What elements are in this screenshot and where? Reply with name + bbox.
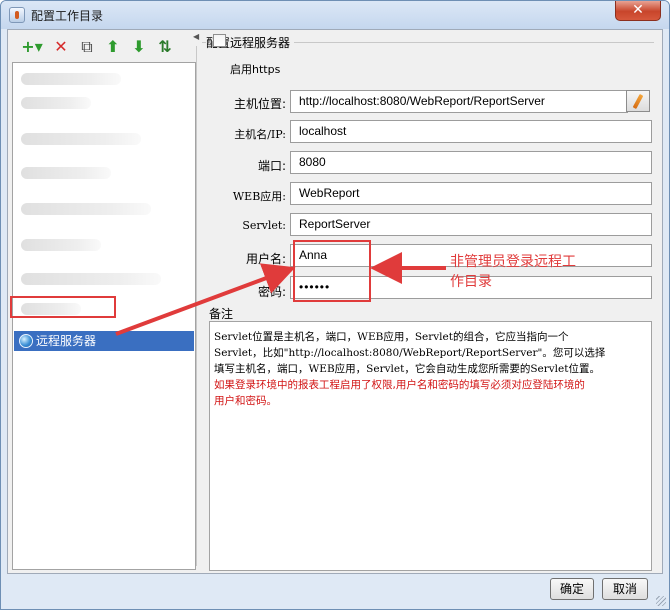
blurred-item — [21, 273, 161, 285]
blurred-item — [21, 203, 151, 215]
move-up-icon[interactable]: ⬆ — [102, 36, 124, 58]
sort-icon[interactable]: ⇅ — [154, 36, 176, 58]
window-title: 配置工作目录 — [31, 9, 104, 23]
credentials-highlight-box — [293, 240, 371, 302]
blurred-item — [21, 167, 111, 179]
blurred-item — [21, 133, 141, 145]
servlet-input[interactable]: ReportServer — [290, 213, 652, 236]
tree-item-label: 远程服务器 — [36, 334, 97, 348]
delete-icon[interactable]: ✕ — [50, 36, 72, 58]
copy-icon[interactable]: ⧉ — [76, 36, 98, 58]
remark-line: 填写主机名，端口，WEB应用，Servlet，它会自动生成您所需要的Servle… — [214, 363, 600, 375]
tree-item-highlight-box — [10, 296, 116, 318]
remark-line: Servlet，比如"http://localhost:8080/WebRepo… — [214, 347, 606, 359]
tree-item-remote-server[interactable]: 远程服务器 — [14, 331, 194, 351]
browse-button[interactable] — [626, 90, 650, 112]
remark-box: Servlet位置是主机名，端口，WEB应用，Servlet的组合，它应当指向一… — [209, 321, 652, 571]
globe-icon — [19, 334, 33, 348]
close-button[interactable]: ✕ — [615, 1, 661, 21]
remark-line: Servlet位置是主机名，端口，WEB应用，Servlet的组合，它应当指向一… — [214, 331, 569, 343]
remote-config-group — [202, 42, 654, 312]
blurred-item — [21, 97, 91, 109]
host-url-input[interactable]: http://localhost:8080/WebReport/ReportSe… — [290, 90, 628, 113]
remark-label: 备注 — [209, 305, 234, 322]
servlet-label: Servlet: — [242, 219, 286, 232]
blurred-item — [21, 239, 101, 251]
move-down-icon[interactable]: ⬇ — [128, 36, 150, 58]
title-bar[interactable]: 配置工作目录 ✕ — [1, 1, 669, 29]
webapp-input[interactable]: WebReport — [290, 182, 652, 205]
collapse-left-icon[interactable]: ◀ — [193, 32, 199, 41]
port-label: 端口: — [257, 159, 286, 173]
remark-warning-line: 用户和密码。 — [214, 395, 277, 407]
tree-toolbar: +▾ ✕ ⧉ ⬆ ⬇ ⇅ — [12, 34, 194, 60]
ok-button[interactable]: 确定 — [550, 578, 594, 600]
https-label: 启用https — [230, 63, 281, 76]
cancel-button[interactable]: 取消 — [602, 578, 648, 600]
add-icon[interactable]: +▾ — [18, 36, 46, 58]
port-input[interactable]: 8080 — [290, 151, 652, 174]
https-checkbox[interactable] — [213, 34, 226, 47]
password-label: 密码: — [257, 285, 286, 299]
panel-splitter[interactable]: ◀ — [193, 32, 199, 568]
hostname-label: 主机名/IP: — [234, 128, 286, 141]
annotation-text: 非管理员登录远程工作目录 — [450, 254, 576, 290]
host-label: 主机位置: — [233, 97, 286, 111]
java-app-icon — [9, 7, 25, 23]
remark-warning-line: 如果登录环境中的报表工程启用了权限,用户名和密码的填写必须对应登陆环境的 — [214, 379, 585, 391]
resize-grip[interactable] — [656, 596, 666, 606]
webapp-label: WEB应用: — [232, 190, 286, 203]
blurred-item — [21, 73, 121, 85]
hostname-input[interactable]: localhost — [290, 120, 652, 143]
username-label: 用户名: — [245, 252, 286, 266]
